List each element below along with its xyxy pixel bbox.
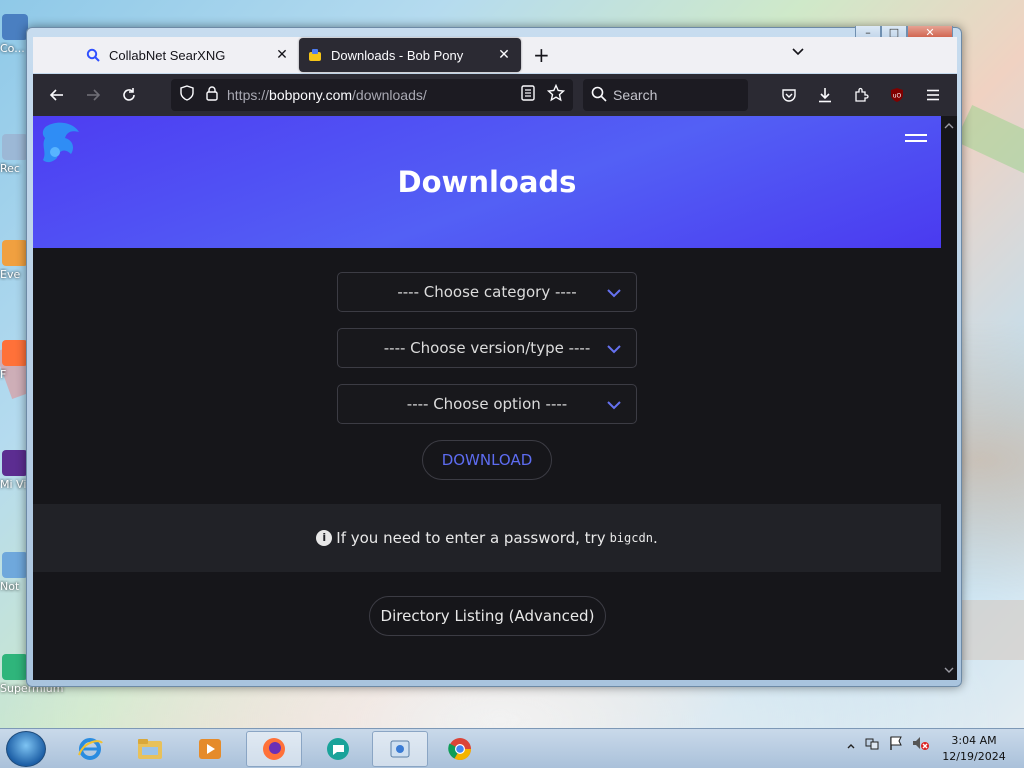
notice-password-code: bigcdn (609, 531, 653, 545)
category-select[interactable]: ---- Choose category ---- (337, 272, 637, 312)
notice-text: If you need to enter a password, try (336, 529, 606, 547)
close-tab-icon[interactable]: ✕ (495, 45, 513, 63)
system-tray (846, 735, 930, 755)
tab-bar: CollabNet SearXNG ✕ Downloads - Bob Pony… (33, 37, 957, 73)
tracking-shield-icon[interactable] (179, 85, 195, 105)
page-scrollbar[interactable] (941, 116, 957, 680)
clock-time: 3:04 AM (951, 734, 997, 747)
browser-window: – □ ✕ CollabNet SearXNG ✕ Downloads - Bo… (26, 26, 962, 687)
media-player-icon[interactable] (182, 731, 238, 767)
reload-icon[interactable] (115, 81, 143, 109)
scroll-up-icon[interactable] (941, 118, 957, 134)
bookmark-star-icon[interactable] (546, 83, 566, 106)
ublock-origin-icon[interactable]: uO (883, 81, 911, 109)
chat-app-icon[interactable] (310, 731, 366, 767)
tab-searxng[interactable]: CollabNet SearXNG ✕ (77, 38, 299, 72)
url-path: /downloads/ (352, 87, 427, 103)
page-title: Downloads (397, 165, 577, 199)
search-placeholder: Search (613, 87, 658, 103)
scroll-down-icon[interactable] (941, 662, 957, 678)
firefox-taskbar-icon[interactable] (246, 731, 302, 767)
tab-title: CollabNet SearXNG (109, 47, 226, 63)
option-select[interactable]: ---- Choose option ---- (337, 384, 637, 424)
pocket-icon[interactable] (775, 81, 803, 109)
tab-title: Downloads - Bob Pony (331, 47, 464, 63)
notice-period: . (652, 529, 658, 547)
site-logo-icon[interactable] (37, 118, 83, 168)
search-icon (85, 47, 101, 63)
option-select-value: ---- Choose option ---- (406, 395, 568, 413)
directory-listing-button[interactable]: Directory Listing (Advanced) (369, 596, 606, 636)
search-bar[interactable]: Search (583, 79, 748, 111)
close-tab-icon[interactable]: ✕ (273, 45, 291, 63)
category-select-value: ---- Choose category ---- (397, 283, 577, 301)
page-header: Downloads (33, 116, 941, 248)
tab-downloads[interactable]: Downloads - Bob Pony ✕ (299, 38, 521, 72)
page-content: Downloads ---- Choose category ---- ----… (33, 116, 941, 680)
version-type-select-value: ---- Choose version/type ---- (383, 339, 591, 357)
clock-date: 12/19/2024 (942, 750, 1006, 763)
reader-view-icon[interactable] (521, 85, 535, 105)
password-notice: i If you need to enter a password, try b… (33, 504, 941, 572)
chevron-down-icon (606, 341, 622, 357)
internet-explorer-icon[interactable] (62, 731, 118, 767)
app-menu-icon[interactable] (919, 81, 947, 109)
download-button[interactable]: DOWNLOAD (422, 440, 552, 480)
show-hidden-icons-icon[interactable] (846, 736, 856, 755)
chevron-down-icon (606, 285, 622, 301)
volume-muted-icon[interactable] (912, 735, 930, 755)
new-tab-button[interactable]: + (533, 43, 550, 67)
chrome-taskbar-icon[interactable] (432, 731, 488, 767)
file-explorer-icon[interactable] (122, 731, 178, 767)
svg-text:uO: uO (893, 93, 902, 100)
address-bar[interactable]: https://bobpony.com/downloads/ (171, 79, 573, 111)
network-icon[interactable] (864, 735, 880, 755)
url-scheme: https:// (227, 87, 270, 103)
version-type-select[interactable]: ---- Choose version/type ---- (337, 328, 637, 368)
forward-arrow-icon[interactable] (79, 81, 107, 109)
start-button[interactable] (6, 731, 46, 767)
taskbar: 3:04 AM 12/19/2024 (0, 728, 1024, 768)
system-clock[interactable]: 3:04 AM 12/19/2024 (938, 733, 1010, 765)
downloads-icon[interactable] (811, 81, 839, 109)
list-all-tabs-chevron-icon[interactable] (790, 43, 810, 63)
pony-favicon-icon (307, 47, 323, 63)
magnifier-icon (591, 86, 607, 105)
control-panel-icon[interactable] (372, 731, 428, 767)
url-text: https://bobpony.com/downloads/ (227, 87, 521, 103)
action-center-flag-icon[interactable] (888, 735, 904, 755)
info-icon: i (316, 530, 333, 546)
lock-icon[interactable] (205, 85, 219, 105)
nav-toolbar: https://bobpony.com/downloads/ Search uO (33, 74, 957, 116)
url-host: bobpony.com (269, 87, 353, 103)
extensions-icon[interactable] (847, 81, 875, 109)
chevron-down-icon (606, 397, 622, 413)
site-menu-icon[interactable] (905, 134, 927, 148)
back-arrow-icon[interactable] (43, 81, 71, 109)
